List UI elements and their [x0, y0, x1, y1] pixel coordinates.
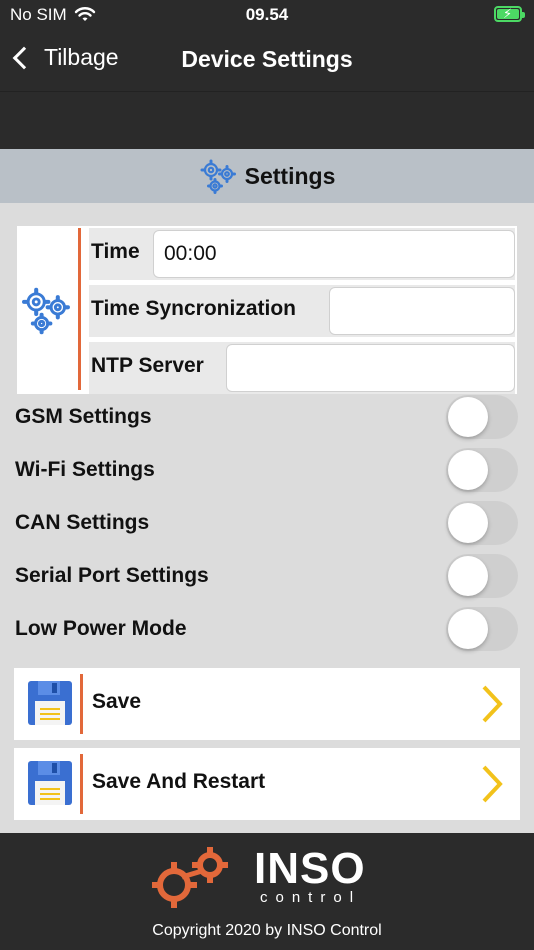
save-label: Save: [92, 690, 142, 713]
chevron-right-icon: [482, 685, 503, 723]
settings-content: Time 00:00 Time Syncronization NTP Serve…: [0, 203, 534, 833]
toggle-label: Serial Port Settings: [15, 564, 209, 587]
gsm-toggle[interactable]: [446, 395, 518, 439]
toggle-row-wifi: Wi-Fi Settings: [0, 446, 534, 498]
clock: 09.54: [245, 5, 289, 24]
accent-divider: [80, 754, 83, 814]
toggle-label: CAN Settings: [15, 511, 150, 534]
logo-subtext: control: [260, 889, 362, 906]
save-button[interactable]: Save: [14, 668, 520, 740]
accent-divider: [80, 674, 83, 734]
wifi-toggle[interactable]: [446, 448, 518, 492]
ntp-server-label: NTP Server: [91, 354, 204, 377]
gears-icon: [200, 159, 236, 194]
battery-icon: ⚡: [494, 6, 525, 22]
ntp-server-input[interactable]: [226, 344, 515, 392]
accent-divider: [78, 228, 81, 390]
copyright-text: Copyright 2020 by INSO Control: [152, 922, 382, 939]
toggle-row-low-power: Low Power Mode: [0, 605, 534, 657]
status-bar: No SIM 09.54 ⚡: [0, 0, 534, 30]
serial-port-toggle[interactable]: [446, 554, 518, 598]
save-and-restart-button[interactable]: Save And Restart: [14, 748, 520, 820]
time-sync-label: Time Syncronization: [91, 297, 296, 320]
logo-text: INSO: [254, 844, 366, 893]
nav-spacer: [0, 92, 534, 149]
time-label: Time: [91, 240, 140, 263]
section-header: Settings: [0, 149, 534, 203]
time-settings-card: Time 00:00 Time Syncronization NTP Serve…: [17, 226, 517, 394]
toggle-row-serial: Serial Port Settings: [0, 552, 534, 604]
back-label: Tilbage: [44, 44, 119, 70]
toggle-row-gsm: GSM Settings: [0, 393, 534, 445]
navigation-bar: Tilbage Device Settings: [0, 30, 534, 92]
save-icon: [28, 681, 72, 725]
toggle-label: Wi-Fi Settings: [15, 458, 155, 481]
time-row: Time 00:00: [89, 228, 515, 280]
can-toggle[interactable]: [446, 501, 518, 545]
toggle-label: GSM Settings: [15, 405, 152, 428]
logo-gears-icon: [152, 847, 228, 908]
save-and-restart-label: Save And Restart: [92, 770, 266, 793]
time-sync-input[interactable]: [329, 287, 515, 335]
time-input[interactable]: 00:00: [153, 230, 515, 278]
chevron-left-icon: [12, 46, 36, 69]
chevron-right-icon: [482, 765, 503, 803]
gears-icon: [17, 226, 77, 394]
toggle-label: Low Power Mode: [15, 617, 187, 640]
low-power-toggle[interactable]: [446, 607, 518, 651]
back-button[interactable]: Tilbage: [10, 44, 119, 71]
ntp-server-row: NTP Server: [89, 342, 515, 394]
inso-logo: INSO control: [152, 847, 366, 909]
footer: INSO control Copyright 2020 by INSO Cont…: [0, 833, 534, 950]
toggle-row-can: CAN Settings: [0, 499, 534, 551]
time-sync-row: Time Syncronization: [89, 285, 515, 337]
section-title: Settings: [244, 162, 336, 189]
save-icon: [28, 761, 72, 805]
